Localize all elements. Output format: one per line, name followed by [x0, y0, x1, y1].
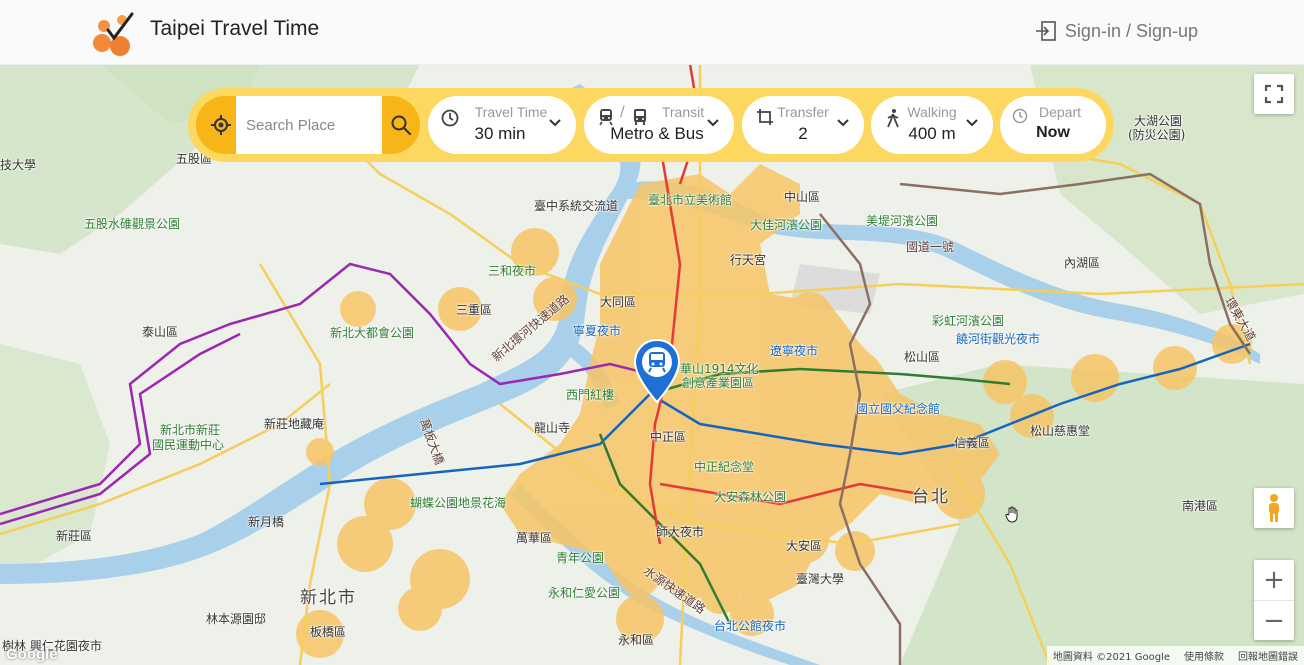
app-title: Taipei Travel Time: [150, 17, 320, 40]
search-button[interactable]: [382, 96, 420, 154]
map-label-road: 國道一號: [906, 240, 955, 254]
map-label-park: 大佳河濱公園: [750, 218, 823, 232]
map-label-park: 創意產業園區: [682, 376, 755, 390]
map-label: 內湖區: [1064, 256, 1101, 270]
map-label-park: 青年公園: [556, 551, 605, 565]
map-label: 板橋區: [310, 625, 347, 639]
street-view-button[interactable]: [1254, 488, 1294, 528]
map-data-credit: 地圖資料 ©2021 Google: [1052, 652, 1170, 663]
chevron-down-icon: [837, 119, 849, 127]
fullscreen-icon: [1264, 84, 1284, 104]
map-label-landmark: 國立國父紀念館: [856, 402, 941, 416]
map-label-market: 遼寧夜市: [770, 344, 819, 358]
hand-cursor-icon: [1005, 506, 1018, 523]
map-label: 泰山區: [142, 325, 179, 339]
map-label-market: 台北公館夜市: [714, 619, 787, 633]
map-label: 永和區: [618, 633, 655, 647]
travel-time-select[interactable]: Travel Time 30 min: [428, 96, 576, 154]
location-pin-marker[interactable]: [632, 338, 682, 406]
map-label: 信義區: [954, 436, 991, 450]
map-label: 龍山寺: [534, 421, 571, 435]
chevron-down-icon: [707, 119, 719, 127]
chevron-down-icon: [966, 119, 978, 127]
walking-distance-select[interactable]: Walking 400 m: [871, 96, 993, 154]
map-label-park: (防災公園): [1128, 128, 1186, 142]
map-label-city: 台北: [912, 487, 950, 507]
app-logo[interactable]: [92, 8, 142, 58]
depart-time-select[interactable]: Depart Now: [1000, 96, 1106, 154]
map-label: 大同區: [600, 295, 637, 309]
map-label-park: 彩虹河濱公園: [932, 314, 1005, 328]
map-label: 中正區: [650, 430, 687, 444]
map-attribution: 地圖資料 ©2021 Google 使用條款 回報地圖錯誤: [1046, 646, 1304, 665]
map-label-landmark: 西門紅樓: [566, 388, 615, 402]
map-label: 師大夜市: [656, 525, 705, 539]
map-label-park: 蝴蝶公園地景花海: [410, 496, 507, 510]
map-label-market: 饒河街觀光夜市: [956, 332, 1041, 346]
sign-in-icon: [1035, 21, 1056, 41]
transit-mode-select[interactable]: / Transit Metro & Bus: [584, 96, 734, 154]
map-label-park: 國民運動中心: [152, 438, 225, 452]
app-header: Taipei Travel Time Sign-in / Sign-up: [0, 0, 1304, 65]
zoom-controls: + −: [1254, 560, 1294, 640]
signin-label: Sign-in / Sign-up: [1064, 20, 1198, 41]
map-label: 新莊區: [56, 529, 93, 543]
report-error-link[interactable]: 回報地圖錯誤: [1238, 648, 1298, 663]
depart-value: Now: [1036, 124, 1070, 141]
google-logo[interactable]: Google: [6, 646, 58, 663]
map-label-park: 新北大都會公園: [330, 326, 415, 340]
search-input[interactable]: [236, 96, 382, 154]
zoom-out-button[interactable]: −: [1254, 601, 1294, 640]
map-label-park: 永和仁愛公園: [548, 586, 621, 600]
depart-caption: Depart: [1038, 104, 1082, 120]
map-label-museum: 臺北市立美術館: [648, 193, 733, 207]
search-icon: [391, 115, 412, 136]
map-label: 南港區: [1182, 499, 1219, 513]
transfer-select[interactable]: Transfer 2: [742, 96, 864, 154]
map-label-park: 五股水碓觀景公園: [84, 217, 181, 231]
zoom-in-button[interactable]: +: [1254, 560, 1294, 601]
map-label: 行天宮: [730, 253, 767, 267]
map-label-market: 三和夜市: [488, 264, 537, 278]
pegman-icon: [1269, 494, 1279, 522]
terms-link[interactable]: 使用條款: [1184, 648, 1224, 663]
map-label-park: 美堤河濱公園: [866, 214, 939, 228]
map-label-city: 新北市: [300, 588, 357, 608]
map-label-market: 寧夏夜市: [573, 324, 622, 338]
map-label: 萬華區: [516, 531, 553, 545]
map-label: 臺灣大學: [796, 572, 845, 586]
map-label: 新莊地藏庵: [264, 417, 325, 431]
map-label: 中山區: [784, 190, 821, 204]
map-label: 大安區: [786, 539, 823, 553]
map-label: 林本源園邸: [206, 612, 267, 626]
map-label: 三重區: [456, 303, 493, 317]
map-label-park: 大安森林公園: [714, 490, 787, 504]
search-toolbar: Travel Time 30 min / Transit Metro & Bus…: [188, 88, 1114, 162]
map-label: 技大學: [0, 158, 37, 172]
map-label: 松山區: [904, 350, 941, 364]
fullscreen-button[interactable]: [1254, 74, 1294, 114]
map-label: 松山慈惠堂: [1030, 424, 1091, 438]
crosshair-icon: [211, 115, 231, 135]
map-label: 臺中系統交流道: [534, 199, 619, 213]
signin-link[interactable]: Sign-in / Sign-up: [1035, 20, 1198, 42]
chevron-down-icon: [549, 119, 561, 127]
map-label-landmark: 中正紀念堂: [694, 460, 755, 474]
map-label: 新月橋: [248, 515, 285, 529]
